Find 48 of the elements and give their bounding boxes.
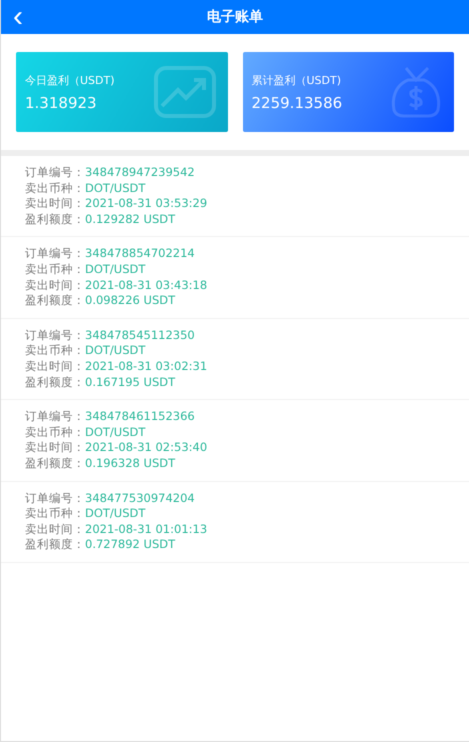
field-label: 卖出时间： xyxy=(25,522,85,538)
field-value: 0.129282 USDT xyxy=(85,212,176,228)
field-label: 卖出币种： xyxy=(25,424,85,440)
field-label: 卖出币种： xyxy=(25,262,85,278)
stat-value: 2259.13586 xyxy=(252,94,344,112)
field-value: 2021-08-31 01:01:13 xyxy=(85,522,208,538)
field-label: 订单编号： xyxy=(25,328,85,344)
field-value: 0.167195 USDT xyxy=(85,374,176,390)
money-bag-icon xyxy=(390,66,442,118)
field-value: DOT/USDT xyxy=(85,506,146,522)
field-value: DOT/USDT xyxy=(85,180,146,196)
field-label: 盈利额度： xyxy=(25,212,85,228)
field-value: DOT/USDT xyxy=(85,343,146,359)
field-value: DOT/USDT xyxy=(85,262,146,278)
stat-label: 今日盈利（USDT) xyxy=(25,72,116,88)
field-label: 订单编号： xyxy=(25,165,85,181)
field-label: 卖出时间： xyxy=(25,278,85,294)
field-value: 2021-08-31 03:02:31 xyxy=(85,358,208,375)
field-label: 盈利额度： xyxy=(25,537,85,553)
back-button[interactable]: ‹ xyxy=(9,0,27,34)
field-label: 盈利额度： xyxy=(25,374,85,390)
field-label: 卖出时间： xyxy=(25,196,85,212)
field-value: 2021-08-31 02:53:40 xyxy=(85,440,208,456)
field-value: 348478461152366 xyxy=(85,409,195,425)
field-label: 卖出时间： xyxy=(25,358,85,375)
field-label: 订单编号： xyxy=(25,409,85,425)
field-label: 订单编号： xyxy=(25,246,85,262)
field-value: 348478947239542 xyxy=(85,165,195,181)
field-value: 348478545112350 xyxy=(85,328,195,344)
trend-chart-icon xyxy=(154,66,216,118)
field-label: 盈利额度： xyxy=(25,293,85,309)
field-value: 0.098226 USDT xyxy=(85,293,176,309)
field-value: 0.196328 USDT xyxy=(85,456,176,472)
field-label: 卖出币种： xyxy=(25,180,85,196)
field-value: 2021-08-31 03:53:29 xyxy=(85,196,208,212)
field-value: 348477530974204 xyxy=(85,490,195,506)
field-value: 0.727892 USDT xyxy=(85,537,176,553)
field-label: 卖出币种： xyxy=(25,506,85,522)
field-label: 卖出币种： xyxy=(25,343,85,359)
field-label: 订单编号： xyxy=(25,490,85,506)
field-label: 盈利额度： xyxy=(25,456,85,472)
field-value: 2021-08-31 03:43:18 xyxy=(85,278,208,294)
field-value: 348478854702214 xyxy=(85,246,195,262)
field-value: DOT/USDT xyxy=(85,424,146,440)
stat-label: 累计盈利（USDT) xyxy=(252,72,342,88)
page-title: 电子账单 xyxy=(207,8,263,26)
stat-value: 1.318923 xyxy=(25,94,98,112)
field-label: 卖出时间： xyxy=(25,440,85,456)
